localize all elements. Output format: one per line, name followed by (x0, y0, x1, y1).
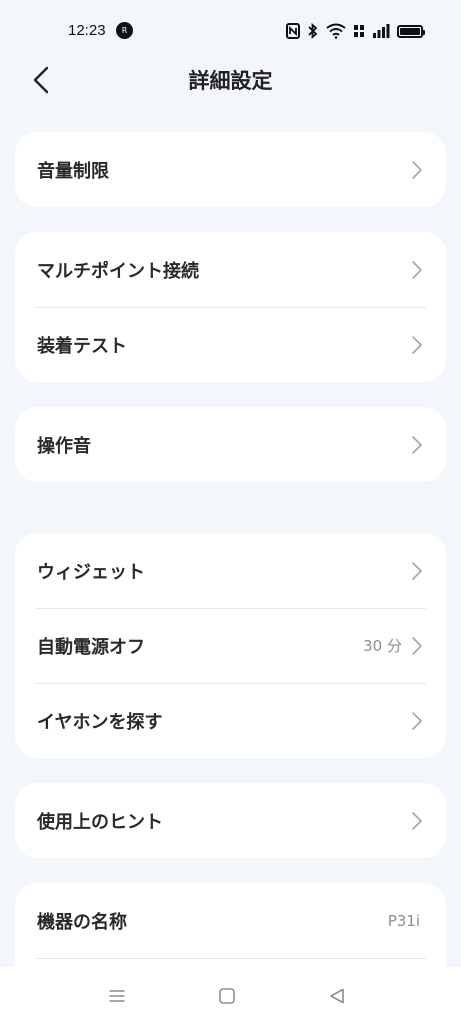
nav-menu-button[interactable] (106, 985, 128, 1007)
bluetooth-icon (307, 23, 319, 39)
setting-label: 装着テスト (37, 335, 127, 357)
nfc-icon (286, 23, 300, 39)
setting-label: 機器の名称 (37, 911, 127, 933)
chevron-right-icon (410, 335, 424, 355)
page-title: 詳細設定 (188, 69, 273, 93)
header: 詳細設定 (0, 56, 461, 104)
setting-row-find-earphones[interactable]: イヤホンを探す (15, 683, 446, 758)
battery-icon (397, 24, 425, 38)
chevron-right-icon (410, 636, 424, 656)
setting-label: ウィジェット (37, 561, 145, 583)
settings-group: 使用上のヒント (15, 783, 446, 858)
setting-row-multipoint[interactable]: マルチポイント接続 (15, 232, 446, 307)
chevron-right-icon (410, 811, 424, 831)
setting-value: P31i (387, 911, 420, 930)
setting-label: イヤホンを探す (37, 711, 163, 733)
signal-icon (372, 24, 390, 38)
menu-icon (109, 990, 125, 1002)
home-icon (219, 988, 235, 1004)
setting-row-widget[interactable]: ウィジェット (15, 533, 446, 608)
divider (35, 958, 426, 959)
setting-row-device-name[interactable]: 機器の名称 P31i (15, 883, 446, 958)
status-time: 12:23 (68, 22, 106, 39)
chevron-right-icon (410, 160, 424, 180)
setting-row-operation-sound[interactable]: 操作音 (15, 407, 446, 482)
volte-icon (353, 23, 365, 39)
setting-row-volume-limit[interactable]: 音量制限 (15, 132, 446, 207)
chevron-right-icon (410, 260, 424, 280)
settings-group: ウィジェット 自動電源オフ 30 分 イヤホンを探す (15, 533, 446, 758)
chevron-right-icon (410, 711, 424, 731)
status-icons (286, 22, 425, 40)
status-bar: 12:23 R (0, 0, 461, 60)
setting-label: 音量制限 (37, 160, 109, 182)
setting-label: 自動電源オフ (37, 636, 145, 658)
settings-group: マルチポイント接続 装着テスト (15, 232, 446, 382)
chevron-right-icon (410, 435, 424, 455)
settings-group: 音量制限 (15, 132, 446, 207)
setting-row-fit-test[interactable]: 装着テスト (15, 307, 446, 382)
wifi-icon (326, 23, 346, 39)
notification-icon: R (116, 22, 133, 39)
chevron-right-icon (410, 561, 424, 581)
navigation-bar (0, 967, 461, 1024)
setting-row-auto-power-off[interactable]: 自動電源オフ 30 分 (15, 608, 446, 683)
setting-row-usage-tips[interactable]: 使用上のヒント (15, 783, 446, 858)
setting-label: マルチポイント接続 (37, 260, 199, 282)
setting-value: 30 分 (363, 637, 402, 655)
nav-back-button[interactable] (326, 985, 348, 1007)
setting-label: 使用上のヒント (37, 811, 163, 833)
nav-home-button[interactable] (216, 985, 238, 1007)
back-triangle-icon (330, 988, 344, 1004)
setting-label: 操作音 (37, 435, 91, 457)
settings-group: 操作音 (15, 407, 446, 482)
